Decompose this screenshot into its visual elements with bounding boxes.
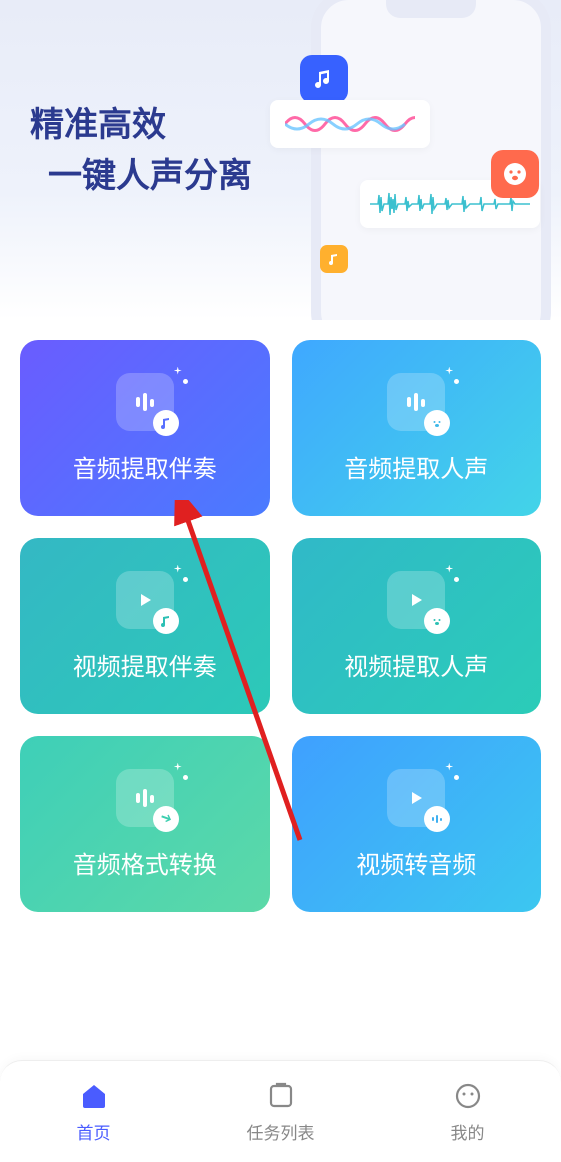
card-audio-format-convert[interactable]: 音频格式转换 — [20, 736, 270, 912]
face-icon — [491, 150, 539, 198]
card-label: 音频格式转换 — [73, 845, 217, 880]
profile-icon — [451, 1079, 485, 1113]
card-video-to-audio[interactable]: 视频转音频 — [292, 736, 542, 912]
nav-label: 我的 — [451, 1119, 485, 1144]
audio-bars-icon — [387, 373, 445, 431]
audio-bars-badge-icon — [424, 806, 450, 832]
nav-label: 首页 — [77, 1119, 111, 1144]
card-label: 音频提取人声 — [344, 449, 488, 484]
music-note-icon — [300, 55, 348, 103]
audio-bars-icon — [116, 769, 174, 827]
video-play-icon — [116, 571, 174, 629]
card-label: 视频提取伴奏 — [73, 647, 217, 682]
music-note-badge-icon — [153, 410, 179, 436]
video-play-icon — [387, 769, 445, 827]
nav-label: 任务列表 — [247, 1119, 315, 1144]
hero-line1: 精准高效 — [30, 106, 166, 144]
tasks-icon — [264, 1079, 298, 1113]
home-icon — [77, 1079, 111, 1113]
card-video-extract-accompaniment[interactable]: 视频提取伴奏 — [20, 538, 270, 714]
nav-profile[interactable]: 我的 — [374, 1061, 561, 1162]
waveform-colorful — [270, 100, 430, 148]
audio-bars-icon — [116, 373, 174, 431]
convert-badge-icon — [153, 806, 179, 832]
nav-home[interactable]: 首页 — [0, 1061, 187, 1162]
card-label: 视频转音频 — [356, 845, 476, 880]
card-video-extract-vocal[interactable]: 视频提取人声 — [292, 538, 542, 714]
phone-notch — [386, 0, 476, 18]
hero-title: 精准高效 一键人声分离 — [30, 100, 252, 202]
bottom-nav: 首页 任务列表 我的 — [0, 1060, 561, 1162]
card-label: 音频提取伴奏 — [73, 449, 217, 484]
hero-line2: 一键人声分离 — [48, 151, 252, 202]
nav-tasks[interactable]: 任务列表 — [187, 1061, 374, 1162]
music-note-badge-icon — [153, 608, 179, 634]
small-note-icon — [320, 245, 348, 273]
face-badge-icon — [424, 410, 450, 436]
card-audio-extract-accompaniment[interactable]: 音频提取伴奏 — [20, 340, 270, 516]
card-label: 视频提取人声 — [344, 647, 488, 682]
video-play-icon — [387, 571, 445, 629]
feature-grid: 音频提取伴奏 音频提取人声 视频提取伴奏 视频提取人声 — [0, 340, 561, 912]
card-audio-extract-vocal[interactable]: 音频提取人声 — [292, 340, 542, 516]
hero-banner: 精准高效 一键人声分离 — [0, 0, 561, 320]
face-badge-icon — [424, 608, 450, 634]
